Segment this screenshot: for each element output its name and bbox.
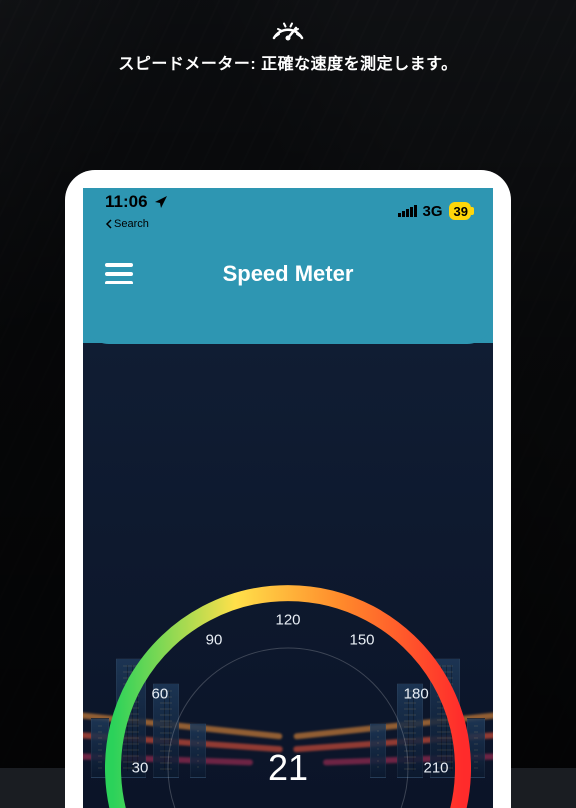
promo-header: スピードメーター: 正確な速度を測定します。	[0, 14, 576, 74]
gauge-tick-120: 120	[275, 612, 300, 629]
menu-button[interactable]	[105, 263, 133, 285]
battery-level: 39	[454, 204, 468, 219]
gauge-tick-30: 30	[132, 760, 149, 777]
speedometer-icon	[268, 14, 308, 42]
app-screen: 11:06 Search 3G 39	[83, 188, 493, 808]
speed-value: 21	[268, 747, 308, 789]
back-to-search[interactable]: Search	[105, 218, 149, 230]
network-type: 3G	[423, 203, 443, 220]
speedometer-gauge: 21 0306090120150180210240	[83, 558, 493, 808]
gauge-tick-180: 180	[404, 686, 429, 703]
app-bar: Speed Meter	[83, 234, 493, 314]
promo-text: スピードメーター: 正確な速度を測定します。	[0, 50, 576, 74]
battery-indicator: 39	[449, 202, 471, 220]
gauge-tick-210: 210	[423, 760, 448, 777]
gauge-tick-90: 90	[206, 631, 223, 648]
tablet-frame: 11:06 Search 3G 39	[65, 170, 511, 808]
location-icon	[154, 195, 168, 209]
signal-icon	[398, 205, 417, 217]
gauge-tick-150: 150	[349, 631, 374, 648]
chevron-left-icon	[105, 219, 112, 229]
back-label: Search	[114, 218, 149, 230]
status-bar: 11:06 Search 3G 39	[83, 188, 493, 234]
gauge-area: 21 0306090120150180210240	[83, 558, 493, 808]
gauge-tick-60: 60	[151, 686, 168, 703]
status-time: 11:06	[105, 192, 148, 212]
gauge-center: 21	[268, 747, 308, 789]
